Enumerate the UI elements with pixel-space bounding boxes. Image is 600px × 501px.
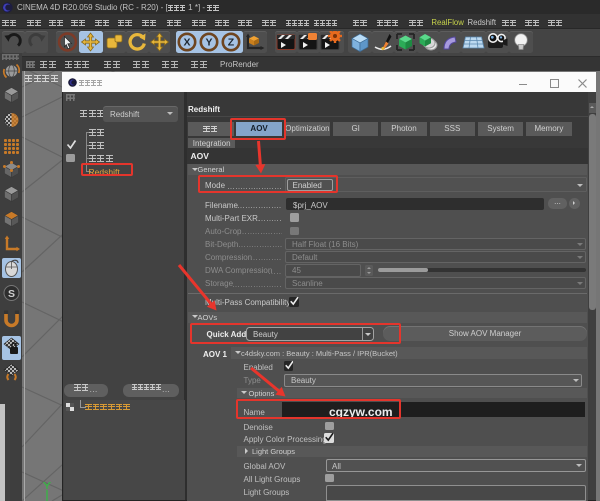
svg-text:S: S [7, 288, 14, 300]
svg-text:X: X [183, 36, 190, 48]
svg-text:Z: Z [228, 36, 235, 48]
svg-text:Y: Y [205, 36, 212, 48]
